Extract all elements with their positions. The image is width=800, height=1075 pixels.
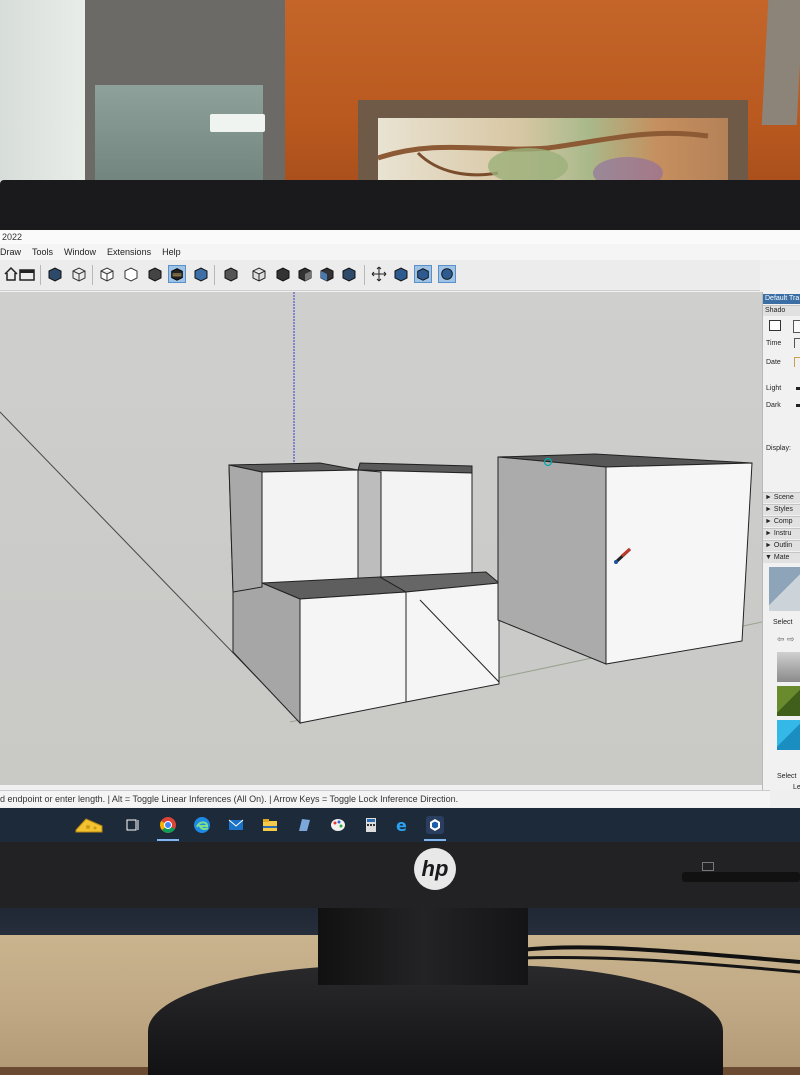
date-label: Date — [766, 359, 781, 366]
tray-panel-materials[interactable]: ▼ Mate — [763, 552, 800, 563]
cheese-app-icon[interactable] — [74, 816, 104, 834]
tray-title: Default Tra — [763, 294, 800, 304]
file-explorer-icon[interactable] — [261, 816, 279, 834]
photos-icon[interactable] — [295, 816, 313, 834]
light-slider[interactable] — [796, 387, 800, 390]
toolbar — [0, 260, 760, 291]
model-viewport[interactable] — [0, 292, 762, 785]
chrome-icon[interactable] — [159, 816, 177, 834]
background-object — [761, 0, 800, 125]
top-view-icon[interactable] — [250, 265, 268, 283]
shadow-setting-box[interactable] — [793, 320, 800, 333]
material-swatch-green[interactable] — [777, 686, 800, 716]
ceiling-light-reflection — [210, 114, 265, 132]
shaded-icon[interactable] — [122, 265, 140, 283]
windows-taskbar: e — [0, 808, 800, 842]
menu-tools[interactable]: Tools — [32, 247, 53, 257]
monitor-screen: 2022 Draw Tools Window Extensions Help D… — [0, 230, 800, 842]
default-tray: Default Tra Shado Time Date Light Dark D… — [762, 292, 800, 792]
open-icon[interactable] — [18, 265, 36, 283]
tray-panel-scenes[interactable]: ► Scene — [763, 492, 800, 503]
tray-panel-styles[interactable]: ► Styles — [763, 504, 800, 515]
date-slider[interactable] — [794, 357, 800, 367]
monitor-menu-icon[interactable] — [702, 862, 714, 871]
cube-group-left — [228, 462, 501, 725]
time-slider[interactable] — [794, 338, 800, 348]
dark-slider[interactable] — [796, 404, 800, 407]
right-view-icon[interactable] — [296, 265, 314, 283]
box-view-icon[interactable] — [46, 265, 64, 283]
select-tab[interactable]: Select — [773, 619, 792, 626]
back-view-icon[interactable] — [318, 265, 336, 283]
status-bar: d endpoint or enter length. | Alt = Togg… — [0, 790, 770, 807]
window-title: 2022 — [0, 230, 800, 244]
time-label: Time — [766, 340, 782, 347]
sketchup-icon[interactable] — [426, 816, 444, 834]
light-label: Light — [766, 385, 782, 392]
monochrome-icon[interactable] — [168, 265, 186, 283]
orbit-icon[interactable] — [370, 265, 388, 283]
iso-icon[interactable] — [222, 265, 240, 283]
menu-window[interactable]: Window — [64, 247, 96, 257]
hidden-line-icon[interactable] — [98, 265, 116, 283]
tray-panel-outliner[interactable]: ► Outlin — [763, 540, 800, 551]
shadows-panel-header[interactable]: Shado — [763, 305, 800, 316]
pan-icon[interactable] — [392, 265, 410, 283]
background-wall-left — [0, 0, 85, 200]
monitor-stand-neck — [318, 900, 528, 985]
monitor-buttons[interactable] — [682, 872, 800, 882]
mail-icon[interactable] — [227, 816, 245, 834]
xray-icon[interactable] — [192, 265, 210, 283]
paint-icon[interactable] — [329, 816, 347, 834]
chrome-active-indicator — [157, 839, 179, 841]
edge-icon[interactable] — [193, 816, 211, 834]
zoom-extents-icon[interactable] — [438, 265, 456, 283]
cube-right — [497, 453, 753, 665]
display-label: Display: — [766, 445, 791, 452]
left-view-icon[interactable] — [340, 265, 358, 283]
monitor-bezel-bottom — [0, 842, 800, 908]
svg-text:e: e — [396, 816, 407, 834]
task-view-icon[interactable] — [124, 816, 142, 834]
internet-explorer-icon[interactable]: e — [394, 816, 412, 834]
calculator-icon[interactable] — [362, 816, 380, 834]
material-swatch-blue[interactable] — [777, 720, 800, 750]
hp-logo: hp — [414, 848, 456, 890]
menu-help[interactable]: Help — [162, 247, 181, 257]
wireframe-icon[interactable] — [70, 265, 88, 283]
zoom-icon[interactable] — [414, 265, 432, 283]
front-view-icon[interactable] — [274, 265, 292, 283]
bottom-select-tab[interactable]: Select — [777, 773, 796, 780]
menu-bar: Draw Tools Window Extensions Help — [0, 244, 800, 260]
tray-panel-components[interactable]: ► Comp — [763, 516, 800, 527]
shaded-texture-icon[interactable] — [146, 265, 164, 283]
shadow-toggle-icon[interactable] — [769, 320, 781, 331]
sketchup-active-indicator — [424, 839, 446, 841]
material-swatch-gray[interactable] — [777, 652, 800, 682]
dark-label: Dark — [766, 402, 781, 409]
menu-extensions[interactable]: Extensions — [107, 247, 151, 257]
material-preview — [769, 567, 800, 611]
menu-draw[interactable]: Draw — [0, 247, 21, 257]
tray-panel-instructor[interactable]: ► Instru — [763, 528, 800, 539]
status-bar-right — [770, 790, 800, 806]
back-arrow-icon[interactable]: ⇦ ⇨ — [777, 634, 795, 645]
